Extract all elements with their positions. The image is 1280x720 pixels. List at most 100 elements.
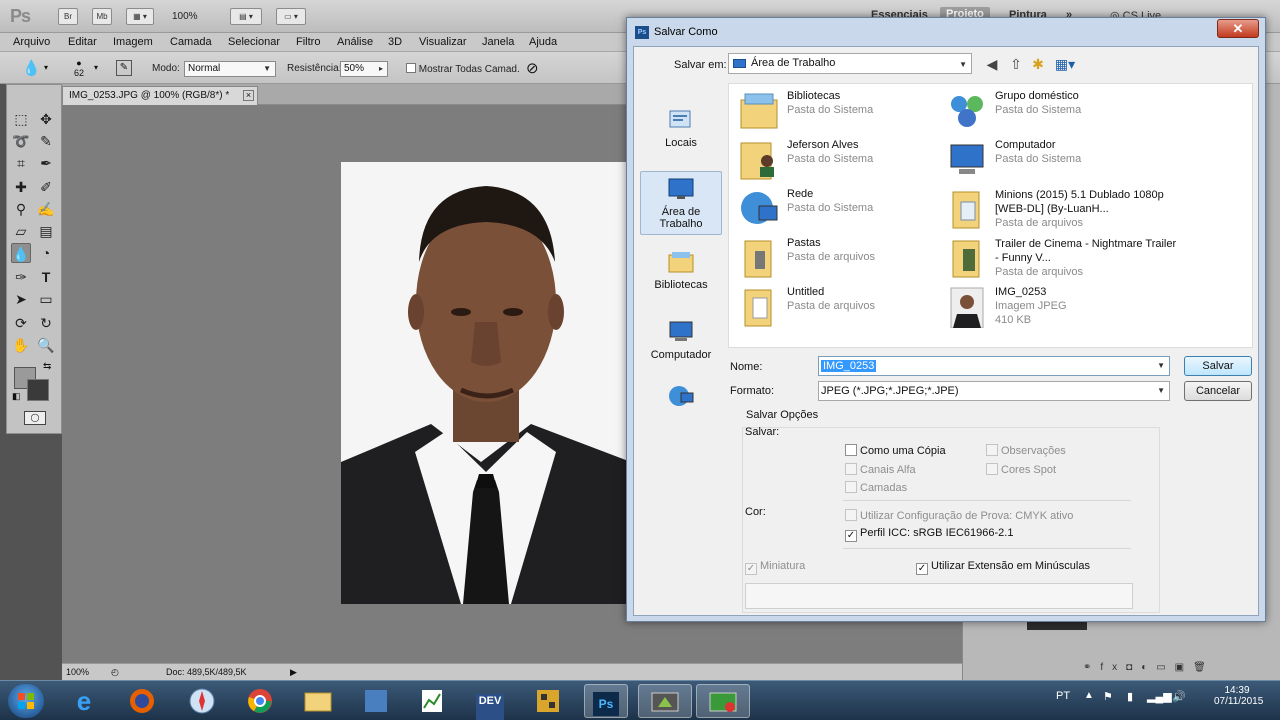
- clock[interactable]: 14:39 07/11/2015: [1214, 685, 1263, 707]
- lowercase-extension-checkbox[interactable]: ✓ Utilizar Extensão em Minúsculas: [916, 560, 1090, 575]
- gradient-tool-icon[interactable]: ▤: [36, 221, 56, 241]
- file-item[interactable]: Computador Pasta do Sistema: [941, 137, 1181, 183]
- network-signal-icon[interactable]: ▂▄▆: [1147, 690, 1172, 703]
- icc-profile-checkbox[interactable]: ✓ Perfil ICC: sRGB IEC61966-2.1: [845, 527, 1013, 542]
- arrange-documents-button[interactable]: ▤ ▾: [230, 8, 262, 25]
- menu-analise[interactable]: Análise: [337, 36, 373, 48]
- pen-tool-icon[interactable]: ✑: [11, 267, 31, 287]
- view-extras-button[interactable]: ▦ ▾: [126, 8, 154, 25]
- swap-colors-icon[interactable]: ⇆: [43, 361, 51, 372]
- tray-arrow-icon[interactable]: ▲: [1084, 690, 1094, 701]
- qr-app-icon[interactable]: [526, 684, 570, 718]
- path-selection-tool-icon[interactable]: ➤: [11, 289, 31, 309]
- file-item[interactable]: Pastas Pasta de arquivos: [733, 235, 973, 281]
- lasso-tool-icon[interactable]: ➰: [11, 131, 31, 151]
- place-libraries[interactable]: Bibliotecas: [640, 249, 722, 291]
- brush-size-picker[interactable]: ● 62: [74, 58, 84, 78]
- cancel-button[interactable]: Cancelar: [1184, 381, 1252, 401]
- app-icon[interactable]: [354, 684, 398, 718]
- notes-checkbox[interactable]: Observações: [986, 444, 1066, 457]
- format-select[interactable]: JPEG (*.JPG;*.JPEG;*.JPE) ▼: [818, 381, 1170, 401]
- back-icon[interactable]: ◀: [982, 55, 1002, 73]
- file-explorer-icon[interactable]: [296, 684, 340, 718]
- sample-all-layers-checkbox[interactable]: Mostrar Todas Camad.: [406, 63, 520, 75]
- safari-icon[interactable]: [180, 684, 224, 718]
- place-computer[interactable]: Computador: [640, 319, 722, 361]
- menu-arquivo[interactable]: Arquivo: [13, 36, 50, 48]
- save-in-dropdown[interactable]: Área de Trabalho ▼: [728, 53, 972, 74]
- menu-3d[interactable]: 3D: [388, 36, 402, 48]
- status-info-icon[interactable]: ◴: [111, 667, 119, 678]
- menu-selecionar[interactable]: Selecionar: [228, 36, 280, 48]
- app-taskbar-button[interactable]: [638, 684, 692, 718]
- type-tool-icon[interactable]: T: [36, 267, 56, 287]
- file-item[interactable]: Jeferson Alves Pasta do Sistema: [733, 137, 973, 183]
- brush-tool-icon[interactable]: ✐: [36, 177, 56, 197]
- layers-panel-buttons[interactable]: ⚭fx◘◐▭▣🗑: [1083, 662, 1215, 673]
- photoshop-taskbar-button[interactable]: Ps: [584, 684, 628, 718]
- eyedropper-tool-icon[interactable]: ✒: [36, 153, 56, 173]
- shape-tool-icon[interactable]: ▭: [36, 289, 56, 309]
- screen-mode-button[interactable]: ▭ ▾: [276, 8, 306, 25]
- layers-checkbox[interactable]: Camadas: [845, 481, 907, 494]
- history-brush-tool-icon[interactable]: ✍: [36, 199, 56, 219]
- internet-explorer-icon[interactable]: e: [62, 684, 106, 718]
- app-taskbar-button[interactable]: [696, 684, 750, 718]
- dodge-tool-icon[interactable]: ◔: [36, 243, 56, 263]
- background-color-swatch[interactable]: [27, 379, 49, 401]
- place-network[interactable]: [640, 383, 722, 413]
- flag-icon[interactable]: ⚑: [1103, 690, 1113, 703]
- file-item[interactable]: Rede Pasta do Sistema: [733, 186, 973, 232]
- name-input[interactable]: IMG_0253 ▼: [818, 356, 1170, 376]
- file-item[interactable]: Bibliotecas Pasta do Sistema: [733, 88, 973, 134]
- tool-preset-arrow-icon[interactable]: ▾: [44, 63, 48, 72]
- menu-visualizar[interactable]: Visualizar: [419, 36, 467, 48]
- close-button[interactable]: ✕: [1217, 19, 1259, 38]
- pressure-brush-icon[interactable]: ⊘: [526, 59, 539, 77]
- start-button[interactable]: [8, 684, 44, 718]
- mode-select[interactable]: Normal ▼: [184, 61, 276, 77]
- healing-brush-tool-icon[interactable]: ✚: [11, 177, 31, 197]
- as-copy-checkbox[interactable]: Como uma Cópia: [845, 444, 946, 457]
- file-item[interactable]: Grupo doméstico Pasta do Sistema: [941, 88, 1181, 134]
- file-item[interactable]: Untitled Pasta de arquivos: [733, 284, 973, 330]
- document-photo[interactable]: [341, 162, 631, 604]
- menu-camada[interactable]: Camada: [170, 36, 212, 48]
- blur-tool-icon[interactable]: 💧: [22, 59, 41, 77]
- file-item[interactable]: Trailer de Cinema - Nightmare Trailer - …: [941, 235, 1181, 281]
- firefox-icon[interactable]: [120, 684, 164, 718]
- file-item[interactable]: IMG_0253 Imagem JPEG 410 KB: [941, 284, 1181, 330]
- quick-selection-tool-icon[interactable]: ✎: [36, 131, 56, 151]
- volume-icon[interactable]: 🔊: [1172, 690, 1186, 703]
- spot-colors-checkbox[interactable]: Cores Spot: [986, 463, 1056, 476]
- crop-tool-icon[interactable]: ⌗: [11, 153, 31, 173]
- dev-app-icon[interactable]: DEV: [468, 684, 512, 720]
- place-recent[interactable]: Locais: [640, 107, 722, 149]
- close-icon[interactable]: ×: [243, 90, 254, 101]
- language-indicator[interactable]: PT: [1056, 690, 1070, 702]
- alpha-channels-checkbox[interactable]: Canais Alfa: [845, 463, 916, 476]
- brush-panel-icon[interactable]: ✎: [116, 60, 132, 76]
- place-desktop[interactable]: Área de Trabalho: [640, 171, 722, 235]
- up-folder-icon[interactable]: ⇧: [1006, 55, 1026, 73]
- proof-setup-checkbox[interactable]: Utilizar Configuração de Prova: CMYK ati…: [845, 509, 1073, 522]
- menu-janela[interactable]: Janela: [482, 36, 514, 48]
- view-menu-icon[interactable]: ▦▾: [1052, 55, 1078, 73]
- menu-editar[interactable]: Editar: [68, 36, 97, 48]
- bridge-button[interactable]: Br: [58, 8, 78, 25]
- dialog-titlebar[interactable]: Ps Salvar Como ✕: [627, 18, 1265, 46]
- menu-ajuda[interactable]: Ajuda: [529, 36, 557, 48]
- 3d-rotate-tool-icon[interactable]: ⟳: [11, 313, 31, 333]
- mini-bridge-button[interactable]: Mb: [92, 8, 112, 25]
- eraser-tool-icon[interactable]: ▱: [11, 221, 31, 241]
- status-menu-arrow-icon[interactable]: ▶: [290, 667, 297, 678]
- blur-tool-icon[interactable]: 💧: [11, 243, 31, 263]
- move-tool-icon[interactable]: ✥: [36, 109, 56, 129]
- marquee-tool-icon[interactable]: ⬚: [11, 109, 31, 129]
- new-folder-icon[interactable]: ✱: [1028, 55, 1048, 73]
- menu-filtro[interactable]: Filtro: [296, 36, 320, 48]
- brush-picker-arrow-icon[interactable]: ▾: [94, 63, 98, 72]
- strength-input[interactable]: 50% ▸: [340, 61, 388, 77]
- chrome-icon[interactable]: [238, 684, 282, 718]
- zoom-level[interactable]: 100%: [172, 11, 198, 22]
